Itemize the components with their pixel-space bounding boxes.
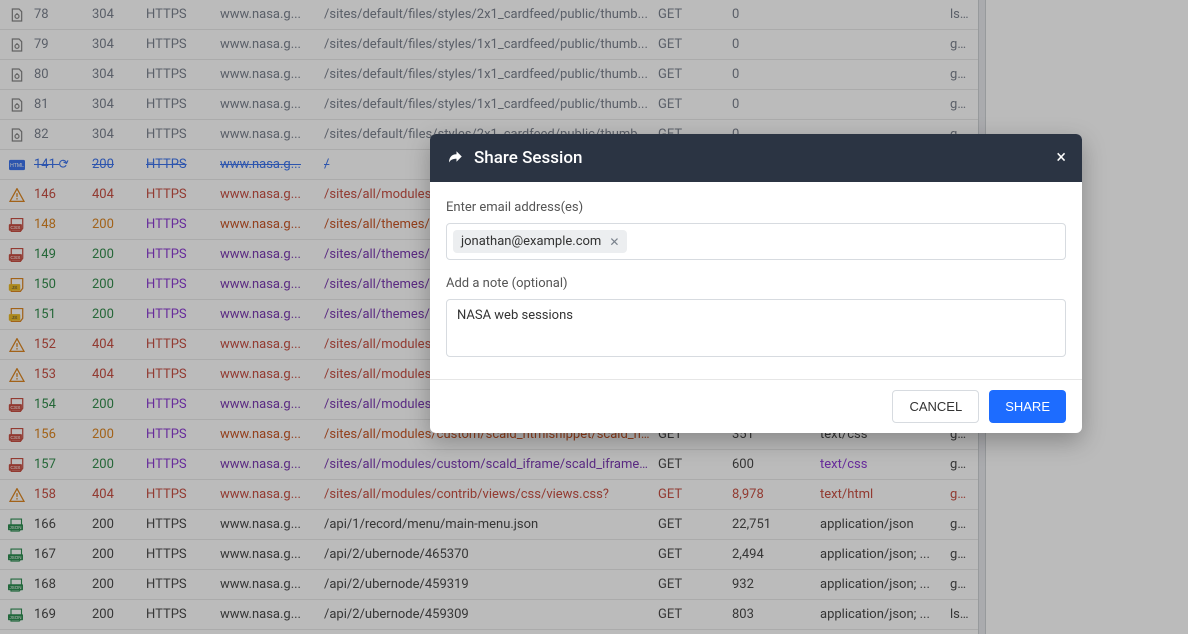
note-label: Add a note (optional) <box>446 276 1066 291</box>
share-session-modal: Share Session × Enter email address(es) … <box>430 134 1082 433</box>
cancel-button[interactable]: CANCEL <box>892 390 979 423</box>
share-icon <box>446 149 464 167</box>
note-textarea[interactable] <box>446 299 1066 357</box>
remove-chip-icon[interactable]: ✕ <box>609 235 619 249</box>
email-input[interactable]: jonathan@example.com ✕ <box>446 223 1066 260</box>
close-icon[interactable]: × <box>1056 149 1066 167</box>
email-chip-text: jonathan@example.com <box>461 234 601 249</box>
email-label: Enter email address(es) <box>446 200 1066 215</box>
modal-title: Share Session <box>474 148 582 168</box>
modal-body: Enter email address(es) jonathan@example… <box>430 182 1082 379</box>
email-chip: jonathan@example.com ✕ <box>453 230 627 253</box>
share-button[interactable]: SHARE <box>989 390 1066 423</box>
modal-header: Share Session × <box>430 134 1082 182</box>
modal-footer: CANCEL SHARE <box>430 379 1082 433</box>
